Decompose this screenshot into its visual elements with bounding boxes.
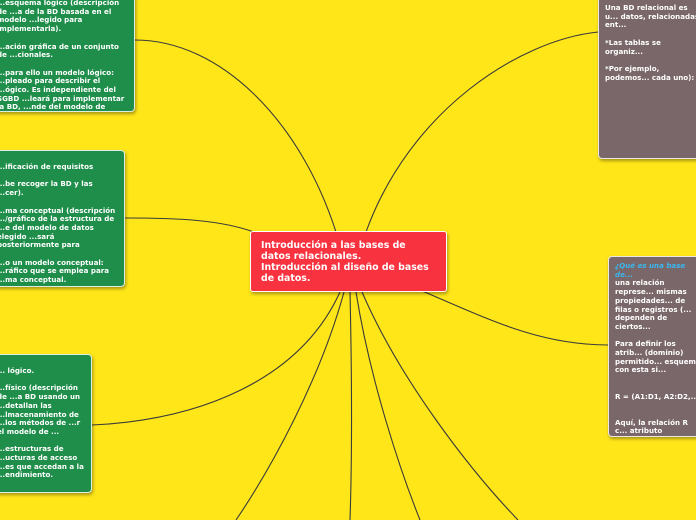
topic-esquema-logico-text: ...esquema lógico (descripción de ...a d… (0, 0, 125, 112)
topic-bd-relacional[interactable]: Una BD relacional es u... datos, relacio… (598, 0, 696, 159)
mind-map-canvas: Introducción a las bases de datos relaci… (0, 0, 696, 520)
link-bottom-4 (361, 291, 519, 520)
link-to-logico (134, 39, 337, 233)
topic-esquema-logico[interactable]: ...esquema lógico (descripción de ...a d… (0, 0, 135, 112)
link-bottom-2 (349, 291, 353, 520)
link-bottom-3 (355, 291, 421, 520)
topic-esquema-fisico-text: ... lógico. ...físico (descripción de ..… (0, 366, 84, 480)
link-to-requisitos (124, 217, 255, 233)
topic-que-es-bd-relacional[interactable]: ¿Qué es una base de... una relación repr… (608, 256, 696, 437)
link-to-fisico (91, 291, 341, 426)
topic-requisitos[interactable]: ...ificación de requisitos ...be recoger… (0, 150, 125, 287)
link-to-que-es (419, 289, 609, 346)
que-es-link[interactable]: ¿Qué es una base de... (615, 261, 688, 279)
topic-bd-relacional-text: Una BD relacional es u... datos, relacio… (605, 3, 696, 82)
link-bottom-1 (235, 291, 345, 520)
central-topic-text: Introducción a las bases de datos relaci… (261, 240, 429, 284)
link-to-bd-relacional (365, 31, 599, 233)
topic-que-es-text: una relación represe... mismas propiedad… (615, 278, 696, 436)
topic-esquema-fisico[interactable]: ... lógico. ...físico (descripción de ..… (0, 354, 92, 493)
central-topic[interactable]: Introducción a las bases de datos relaci… (250, 231, 447, 292)
topic-requisitos-text: ...ificación de requisitos ...be recoger… (0, 162, 116, 285)
